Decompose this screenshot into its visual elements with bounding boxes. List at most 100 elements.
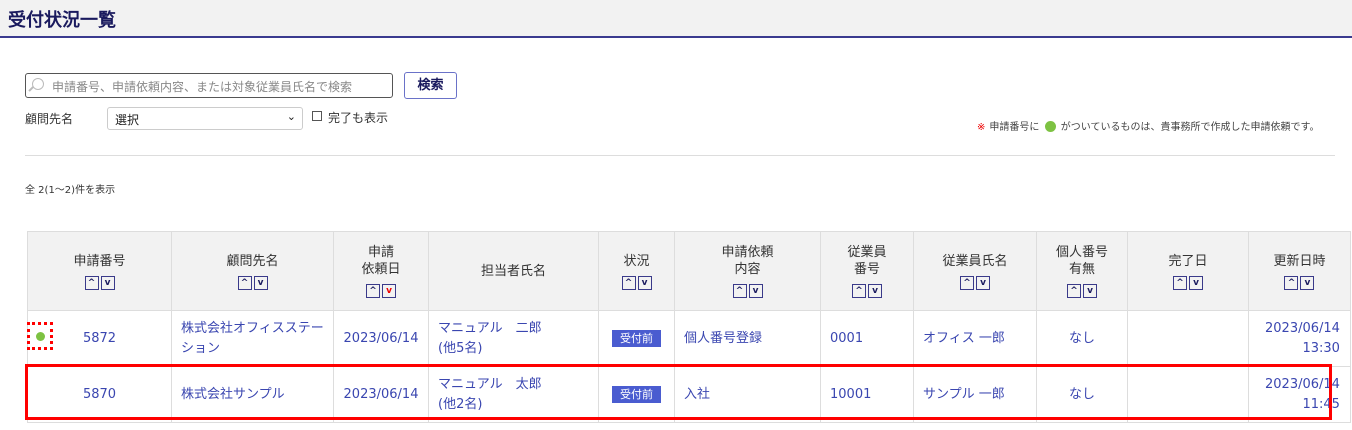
column-header-label: 番号	[853, 262, 880, 277]
cell-emp_no: 0001	[820, 310, 914, 367]
table-row[interactable]: 5872 株式会社オフィスステーション 2023/06/14 マニュアル 二郎 (他5名…	[27, 310, 1351, 367]
cell-staff: マニュアル 太郎 (他2名)	[428, 366, 599, 423]
column-header: 顧問先名 ^ v	[171, 231, 334, 311]
column-header-label: 顧問先名	[226, 253, 279, 269]
result-count: 全 2(1～2)件を表示	[25, 185, 116, 196]
divider	[25, 155, 1335, 156]
table-row[interactable]: 5870 株式会社サンプル 2023/06/14 マニュアル 太郎 (他2名) 受付前 入社…	[27, 366, 1351, 423]
sort-desc-button[interactable]: v	[976, 275, 990, 290]
column-header: 個人番号有無 ^ v	[1036, 231, 1128, 311]
page-title: 受付状況一覧	[8, 10, 116, 31]
date-value: 2023/06/14	[343, 330, 419, 346]
cell-id: 5870	[27, 366, 172, 423]
sort-desc-button[interactable]: v	[1300, 275, 1315, 290]
show-completed-checkbox[interactable]	[312, 111, 322, 121]
id-value[interactable]: 5870	[83, 387, 116, 402]
green-dot-icon	[1044, 121, 1056, 132]
column-header: 担当者氏名	[428, 231, 599, 311]
column-header-label: 有無	[1068, 262, 1095, 277]
column-header-label: 申請	[367, 245, 394, 260]
sort-controls: ^ v	[1283, 273, 1315, 290]
staff-name[interactable]: マニュアル 太郎	[438, 375, 589, 395]
client-select[interactable]: 選択 ⌄	[107, 107, 303, 130]
show-completed-label: 完了も表示	[328, 111, 389, 125]
sort-asc-button[interactable]: ^	[852, 284, 866, 298]
sort-desc-button[interactable]: v	[100, 275, 115, 290]
column-header: 申請番号 ^ v	[27, 231, 172, 311]
client-value[interactable]: 株式会社オフィスステーション	[181, 321, 324, 356]
cell-status: 受付前	[598, 366, 675, 423]
column-header-label: 申請依頼	[721, 245, 774, 260]
sort-desc-button[interactable]: v	[868, 284, 882, 298]
emp_name-value[interactable]: サンプル 一郎	[923, 387, 1005, 402]
sort-asc-button[interactable]: ^	[732, 284, 747, 298]
cell-updated: 2023/06/14 13:30	[1248, 310, 1351, 367]
search-input[interactable]: 申請番号、申請依頼内容、または対象従業員氏名で検索	[25, 73, 393, 98]
sort-controls: ^ v	[732, 281, 764, 298]
cell-date: 2023/06/14	[333, 366, 429, 423]
cell-done	[1127, 310, 1249, 367]
column-header-label: 完了日	[1168, 253, 1208, 269]
note-mark: ※	[977, 122, 986, 133]
sort-desc-button[interactable]: v	[748, 284, 763, 298]
sort-controls: ^ v	[237, 273, 269, 290]
column-header-label: 内容	[734, 262, 761, 277]
client-value[interactable]: 株式会社サンプル	[181, 387, 285, 402]
updated-value: 2023/06/14 11:45	[1265, 376, 1340, 412]
id-value[interactable]: 5872	[83, 331, 116, 346]
updated-value: 2023/06/14 13:30	[1265, 320, 1340, 356]
staff-name[interactable]: マニュアル 二郎	[438, 319, 589, 339]
column-header-label: 個人番号	[1055, 245, 1108, 260]
sort-asc-button[interactable]: ^	[1173, 275, 1187, 290]
sort-asc-button[interactable]: ^	[84, 275, 99, 290]
sort-asc-button[interactable]: ^	[237, 275, 252, 290]
column-header: 状況 ^ v	[598, 231, 675, 311]
search-icon	[32, 78, 44, 90]
status-badge: 受付前	[612, 385, 661, 403]
sort-asc-button[interactable]: ^	[1067, 284, 1081, 298]
column-header-label: 依頼日	[361, 262, 401, 277]
cell-content: 個人番号登録	[674, 310, 821, 367]
search-placeholder: 申請番号、申請依頼内容、または対象従業員氏名で検索	[52, 80, 353, 94]
note-text-before: 申請番号に	[989, 122, 1040, 133]
status-badge: 受付前	[612, 329, 661, 347]
emp_no-value: 0001	[830, 330, 864, 346]
cell-emp_name: サンプル 一郎	[913, 366, 1037, 423]
sort-asc-button[interactable]: ^	[960, 275, 974, 290]
column-header: 申請依頼内容 ^ v	[674, 231, 821, 311]
cell-client: 株式会社サンプル	[171, 366, 334, 423]
sort-asc-button[interactable]: ^	[366, 284, 380, 298]
client-filter-label: 顧問先名	[25, 112, 74, 126]
column-header-label: 状況	[623, 253, 650, 269]
column-header: 従業員 番号 ^ v	[820, 231, 914, 311]
note-text-after: がついているものは、貴事務所で作成した申請依頼です。	[1060, 122, 1320, 133]
emp_no-value: 10001	[830, 386, 872, 402]
column-header: 申請依頼日 ^ v	[333, 231, 429, 311]
mynumber-value: なし	[1068, 386, 1095, 402]
content-value[interactable]: 入社	[684, 387, 710, 402]
sort-desc-button[interactable]: v	[637, 275, 652, 290]
sort-controls: ^ v	[1066, 281, 1098, 298]
sort-controls: ^ v	[84, 273, 116, 290]
sort-desc-button[interactable]: v	[1189, 275, 1203, 290]
sort-desc-button[interactable]: v	[253, 275, 268, 290]
cell-status: 受付前	[598, 310, 675, 367]
cell-mynumber: なし	[1036, 366, 1128, 423]
search-button[interactable]: 検索	[404, 72, 457, 99]
sort-controls: ^ v	[365, 281, 397, 298]
chevron-down-icon: ⌄	[286, 110, 296, 123]
sort-controls: ^ v	[621, 273, 653, 290]
emp_name-value[interactable]: オフィス 一郎	[923, 331, 1005, 346]
column-header-label: 担当者氏名	[480, 263, 546, 279]
page-header: 受付状況一覧	[0, 0, 1352, 38]
sort-desc-button[interactable]: v	[1083, 284, 1097, 298]
content-value[interactable]: 個人番号登録	[684, 331, 762, 346]
cell-mynumber: なし	[1036, 310, 1128, 367]
cell-client: 株式会社オフィスステーション	[171, 310, 334, 367]
sort-desc-button[interactable]: v	[382, 284, 396, 298]
cell-content: 入社	[674, 366, 821, 423]
sort-asc-button[interactable]: ^	[621, 275, 636, 290]
sort-asc-button[interactable]: ^	[1284, 275, 1299, 290]
date-value: 2023/06/14	[343, 386, 419, 402]
cell-done	[1127, 366, 1249, 423]
